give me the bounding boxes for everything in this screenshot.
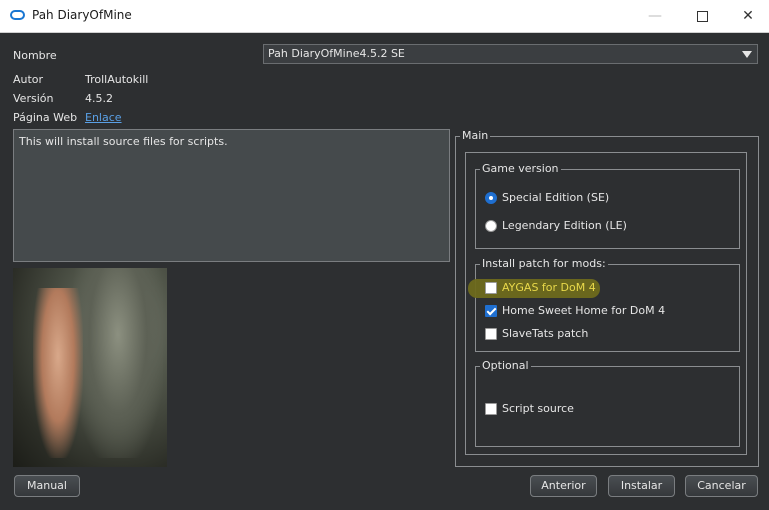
version-value: 4.5.2 (85, 92, 113, 105)
maximize-icon[interactable] (687, 6, 717, 26)
checkbox-home-sweet-home-indicator[interactable] (485, 305, 497, 317)
game-version-group: Game version (475, 162, 740, 249)
autor-label: Autor (13, 73, 44, 86)
description-text: This will install source files for scrip… (19, 135, 228, 148)
close-icon[interactable]: ✕ (733, 6, 763, 26)
radio-special-edition-indicator[interactable] (485, 192, 497, 204)
preview-figure-shape (33, 288, 83, 458)
patch-group-title: Install patch for mods: (480, 257, 608, 270)
install-button[interactable]: Instalar (608, 475, 675, 497)
back-button[interactable]: Anterior (530, 475, 597, 497)
chevron-down-icon[interactable] (742, 51, 752, 58)
app-icon (10, 10, 25, 20)
package-select-value: Pah DiaryOfMine4.5.2 SE (268, 47, 405, 60)
autor-value: TrollAutokill (85, 73, 149, 86)
version-label: Versión (13, 92, 54, 105)
preview-figure-shape (73, 268, 163, 458)
web-label: Página Web (13, 111, 78, 124)
checkbox-script-source-label: Script source (502, 402, 574, 415)
main-group-title: Main (460, 129, 491, 142)
checkbox-home-sweet-home-label: Home Sweet Home for DoM 4 (502, 304, 666, 317)
manual-button[interactable]: Manual (14, 475, 80, 497)
checkbox-script-source-indicator[interactable] (485, 403, 497, 415)
nombre-label: Nombre (13, 49, 57, 62)
checkbox-aygas-indicator[interactable] (485, 282, 497, 294)
game-version-title: Game version (480, 162, 561, 175)
window-title: Pah DiaryOfMine (32, 8, 132, 22)
cancel-button[interactable]: Cancelar (685, 475, 758, 497)
checkbox-slavetats-indicator[interactable] (485, 328, 497, 340)
minimize-icon[interactable]: — (640, 6, 670, 26)
description-box[interactable]: This will install source files for scrip… (13, 129, 450, 262)
optional-group-title: Optional (480, 359, 531, 372)
radio-special-edition-label: Special Edition (SE) (502, 191, 610, 204)
checkbox-aygas-label: AYGAS for DoM 4 (502, 281, 596, 294)
radio-legendary-edition-indicator[interactable] (485, 220, 497, 232)
web-link[interactable]: Enlace (85, 111, 122, 124)
radio-legendary-edition-label: Legendary Edition (LE) (502, 219, 627, 232)
checkbox-slavetats-label: SlaveTats patch (502, 327, 589, 340)
preview-image (13, 268, 167, 467)
title-bar: Pah DiaryOfMine — ✕ (0, 0, 769, 33)
package-select[interactable]: Pah DiaryOfMine4.5.2 SE (263, 44, 758, 64)
